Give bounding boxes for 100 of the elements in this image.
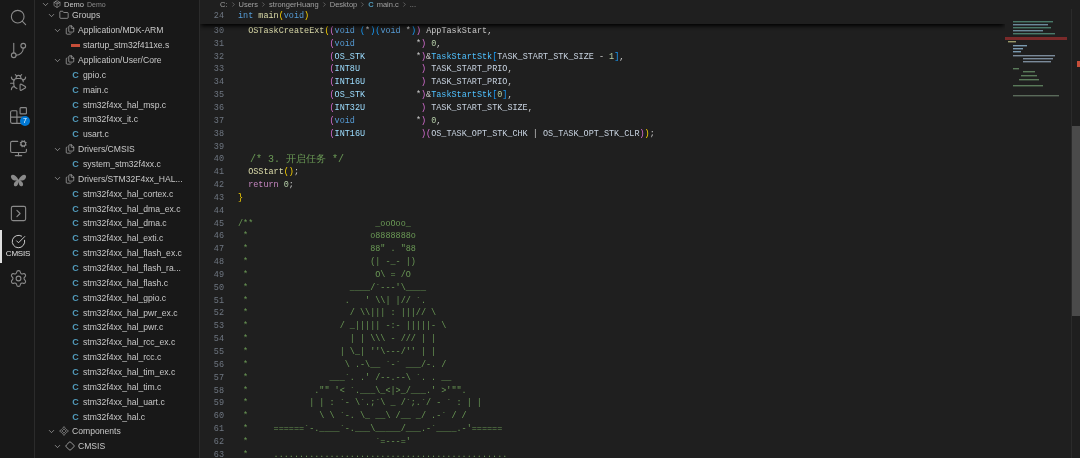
tree-item[interactable]: C system_stm32f4xx.c (35, 156, 199, 172)
line-number: 59 (212, 398, 224, 409)
c-file-icon: C (71, 381, 80, 392)
tree-item[interactable]: C stm32f4xx_hal_rcc.c (35, 349, 199, 365)
tree-item[interactable]: C stm32f4xx_hal_flash.c (35, 275, 199, 291)
components-icon (59, 426, 69, 437)
tree-item[interactable]: C stm32f4xx_hal_uart.c (35, 394, 199, 410)
line-number: 39 (212, 141, 224, 152)
tree-item[interactable]: Application/MDK-ARM (35, 22, 199, 38)
line-number: 33 (212, 64, 224, 75)
line-number: 49 (212, 269, 224, 280)
c-file-icon: C (71, 396, 80, 407)
c-file-icon: C (71, 248, 80, 259)
tree-item[interactable]: Application/User/Core (35, 52, 199, 68)
search-icon (8, 7, 28, 27)
line-number: 50 (212, 282, 224, 293)
code-line: * . ' \\| |// `. (242, 295, 427, 306)
code-line: OSTaskCreateExt((void (*)(void *)) AppTaskStart, (247, 25, 493, 36)
c-file-icon: C (71, 367, 80, 378)
tree-item[interactable]: C stm32f4xx_hal_tim_ex.c (35, 364, 199, 380)
code-line: (INT8U ) TASK_START_PRIO, (328, 64, 513, 75)
tree-item[interactable]: C main.c (35, 82, 199, 98)
c-file-icon: C (71, 352, 80, 363)
assembly-file-icon (71, 43, 80, 47)
line-number: 30 (212, 25, 224, 36)
code-line: * | \_| ''\---/'' | | (242, 347, 437, 357)
tree-item[interactable]: Components (35, 424, 199, 439)
tree-item[interactable]: Drivers/CMSIS (35, 141, 199, 157)
tree-item[interactable]: C stm32f4xx_hal_tim.c (35, 379, 199, 395)
tree-item[interactable]: C stm32f4xx_it.c (35, 112, 199, 127)
tree-item[interactable]: C stm32f4xx_hal_rcc_ex.c (35, 334, 199, 350)
tree-item[interactable]: C usart.c (35, 126, 199, 142)
diamond-icon (65, 441, 75, 452)
code-line: * 88" . "88 (242, 244, 416, 255)
tree-item[interactable]: C stm32f4xx_hal_exti.c (35, 230, 199, 246)
line-number: 41 (212, 167, 224, 178)
chevron-icon (359, 1, 367, 8)
code-line: (INT16U )(OS_TASK_OPT_STK_CHK | OS_TASK_OPT_STK_CLR)); (328, 128, 655, 139)
code-line: (INT32U ) TASK_START_STK_SIZE, (328, 103, 533, 113)
line-number: 38 (212, 128, 224, 139)
line-number: 56 (212, 359, 224, 370)
c-file-icon: C (71, 84, 80, 95)
tree-item[interactable]: C stm32f4xx_hal_dma.c (35, 216, 199, 231)
line-number: 52 (212, 308, 224, 319)
c-file-icon: C (71, 159, 80, 169)
tree-item[interactable]: C stm32f4xx_hal_pwr_ex.c (35, 305, 199, 321)
chevron-icon (260, 1, 268, 8)
tree-item[interactable]: CMSIS (35, 438, 199, 454)
code-line: * ."" '< `.___\_<|>_/___.' >'"". (242, 385, 467, 396)
tree-item[interactable]: C stm32f4xx_hal_dma_ex.c (35, 201, 199, 217)
tree-item[interactable]: C stm32f4xx_hal_cortex.c (35, 186, 199, 202)
settings-icon (8, 269, 28, 289)
line-number: 53 (212, 321, 224, 332)
code-line: * `=---=' (242, 436, 411, 447)
scrollbar-thumb[interactable] (1072, 126, 1080, 316)
code-line: * O\ = /O (242, 269, 411, 280)
line-number: 24 (212, 11, 224, 22)
tree-item[interactable]: C stm32f4xx_hal.c (35, 409, 199, 425)
line-number: 47 (212, 244, 224, 255)
chevron-icon (320, 1, 328, 8)
tree-item[interactable]: C stm32f4xx_hal_flash_ra... (35, 260, 199, 276)
code-line: * .............................................. (242, 449, 508, 458)
line-number: 42 (212, 180, 224, 191)
tree-item[interactable]: C gpio.c (35, 67, 199, 83)
code-line: * (| -_- |) (242, 257, 416, 268)
c-file-icon: C (71, 337, 80, 348)
line-number: 44 (212, 205, 224, 216)
code-line: * / \\||| : |||// \ (242, 308, 437, 319)
tree-item[interactable]: C stm32f4xx_hal_flash_ex.c (35, 245, 199, 261)
tree-item[interactable]: startup_stm32f411xe.s (35, 37, 199, 53)
line-number: 60 (212, 411, 224, 422)
c-file-icon: C (71, 69, 80, 80)
code-line: * ======`-.____`-.___\_____/___.-`____.-'====== (242, 424, 503, 435)
line-number: 51 (212, 295, 224, 306)
files-icon (65, 173, 75, 184)
code-line: * \ .-\__ `-` ___/-. / (242, 359, 447, 370)
line-number: 35 (212, 90, 224, 101)
line-number: 45 (212, 218, 224, 229)
tree-item[interactable]: C stm32f4xx_hal_gpio.c (35, 290, 199, 306)
c-file-icon: C (71, 411, 80, 422)
code-line: (OS_STK *)&TaskStartStk[TASK_START_STK_SIZE - 1], (328, 51, 625, 62)
code-line: /** _ooOoo_ (238, 218, 411, 229)
tree-item[interactable]: C stm32f4xx_hal_pwr.c (35, 320, 199, 335)
code-line: int main(void) (238, 11, 310, 22)
line-number: 34 (212, 77, 224, 88)
code-line: (void *) 0, (328, 115, 442, 126)
line-number: 37 (212, 115, 224, 126)
c-file-icon: C (71, 188, 80, 199)
tree-item[interactable]: C stm32f4xx_hal_msp.c (35, 97, 199, 112)
line-number: 62 (212, 436, 224, 447)
line-number: 57 (212, 372, 224, 383)
tree-item[interactable]: Groups (35, 8, 199, 23)
c-file-icon: C (71, 277, 80, 288)
butterfly-icon (9, 173, 27, 189)
code-line: * ___`. .' /--.--\ `. . __ (242, 372, 452, 383)
tree-item[interactable]: Drivers/STM32F4xx_HAL... (35, 171, 199, 187)
code-line: (OS_STK *)&TaskStartStk[0], (328, 90, 513, 101)
chevron-icon (400, 1, 408, 8)
c-file-icon: C (71, 218, 80, 229)
code-line: } (238, 192, 244, 203)
